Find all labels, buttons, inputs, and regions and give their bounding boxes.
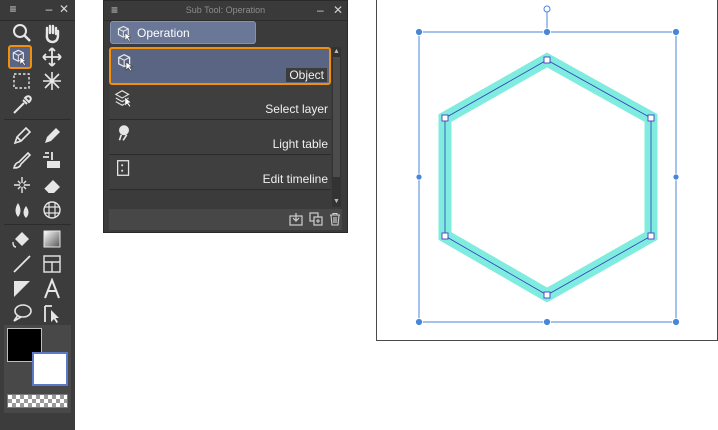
blend-tool-icon[interactable] [10, 199, 34, 221]
subtool-panel-footer [109, 209, 342, 230]
menu-icon[interactable]: ≡ [6, 2, 20, 16]
object-icon [118, 54, 134, 72]
subtool-item-label: Light table [272, 137, 328, 151]
operation-icon [117, 25, 132, 42]
subtool-item-object[interactable]: Object [109, 47, 331, 85]
select-layer-icon [114, 90, 132, 108]
perspective-ruler-tool-icon[interactable] [40, 199, 64, 221]
selection-tool-icon[interactable] [10, 70, 34, 92]
hexagon-shape [438, 52, 658, 303]
minimize-icon[interactable]: – [317, 3, 324, 17]
text-tool-icon[interactable] [40, 278, 64, 300]
hand-tool-icon[interactable] [40, 22, 64, 44]
subtool-scrollbar[interactable] [332, 47, 341, 207]
eraser-tool-icon[interactable] [40, 174, 64, 196]
move-layer-tool-icon[interactable] [40, 46, 64, 68]
close-icon[interactable]: ✕ [333, 3, 343, 17]
transparent-color-swatch[interactable] [7, 394, 68, 408]
panel-title: Sub Tool: Operation [185, 5, 266, 15]
transform-bounding-box [418, 31, 677, 323]
control-points [441, 56, 655, 299]
gradient-tool-icon[interactable] [40, 228, 64, 250]
rotate-handle [543, 5, 551, 13]
divider [4, 119, 71, 120]
subtool-group-tab[interactable]: Operation [110, 21, 256, 44]
pencil-tool-icon[interactable] [40, 124, 64, 146]
subtool-panel-titlebar: ≡ Sub Tool: Operation – ✕ [104, 1, 347, 21]
divider [4, 224, 71, 225]
ruler-tool-icon[interactable] [10, 278, 34, 300]
trash-icon[interactable] [328, 212, 342, 226]
edit-timeline-icon [117, 160, 130, 176]
auto-select-tool-icon[interactable] [40, 70, 64, 92]
subtool-item-edit-timeline[interactable]: Edit timeline [109, 155, 331, 190]
canvas[interactable] [376, 0, 718, 341]
close-icon[interactable]: ✕ [57, 2, 71, 16]
brush-tool-icon[interactable] [10, 149, 34, 171]
correct-line-tool-icon[interactable] [40, 302, 64, 324]
scroll-up-icon[interactable]: ▲ [332, 47, 341, 56]
canvas-drawing [415, 5, 680, 326]
subtool-item-label: Select layer [265, 102, 328, 116]
eyedropper-tool-icon[interactable] [10, 94, 34, 116]
pen-tool-icon[interactable] [10, 124, 34, 146]
scrollbar-thumb[interactable] [333, 57, 340, 177]
balloon-tool-icon[interactable] [10, 302, 34, 324]
subtool-item-label: Object [286, 68, 327, 82]
decoration-tool-icon[interactable] [40, 149, 64, 171]
subtool-item-label: Edit timeline [262, 172, 328, 186]
scale-handles [415, 28, 680, 326]
light-table-icon [118, 125, 129, 141]
tool-palette-titlebar: ≡ – ✕ [0, 0, 75, 21]
subtool-item-light-table[interactable]: Light table [109, 120, 331, 155]
subtool-group-label: Operation [137, 26, 190, 40]
subtool-item-select-layer[interactable]: Select layer [109, 85, 331, 120]
minimize-icon[interactable]: – [42, 2, 56, 16]
download-icon[interactable] [289, 212, 303, 226]
sub-color-swatch[interactable] [32, 352, 68, 386]
figure-tool-icon[interactable] [10, 253, 34, 275]
frame-border-tool-icon[interactable] [40, 253, 64, 275]
scroll-down-icon[interactable]: ▼ [332, 197, 341, 206]
magnifier-tool-icon[interactable] [10, 22, 34, 44]
duplicate-icon[interactable] [309, 212, 323, 226]
subtool-panel: ≡ Sub Tool: Operation – ✕ Operation Obje… [103, 0, 348, 233]
fill-tool-icon[interactable] [10, 228, 34, 250]
tool-palette: ≡ – ✕ [0, 0, 75, 430]
airbrush-tool-icon[interactable] [10, 174, 34, 196]
operation-tool-icon[interactable] [8, 45, 32, 69]
